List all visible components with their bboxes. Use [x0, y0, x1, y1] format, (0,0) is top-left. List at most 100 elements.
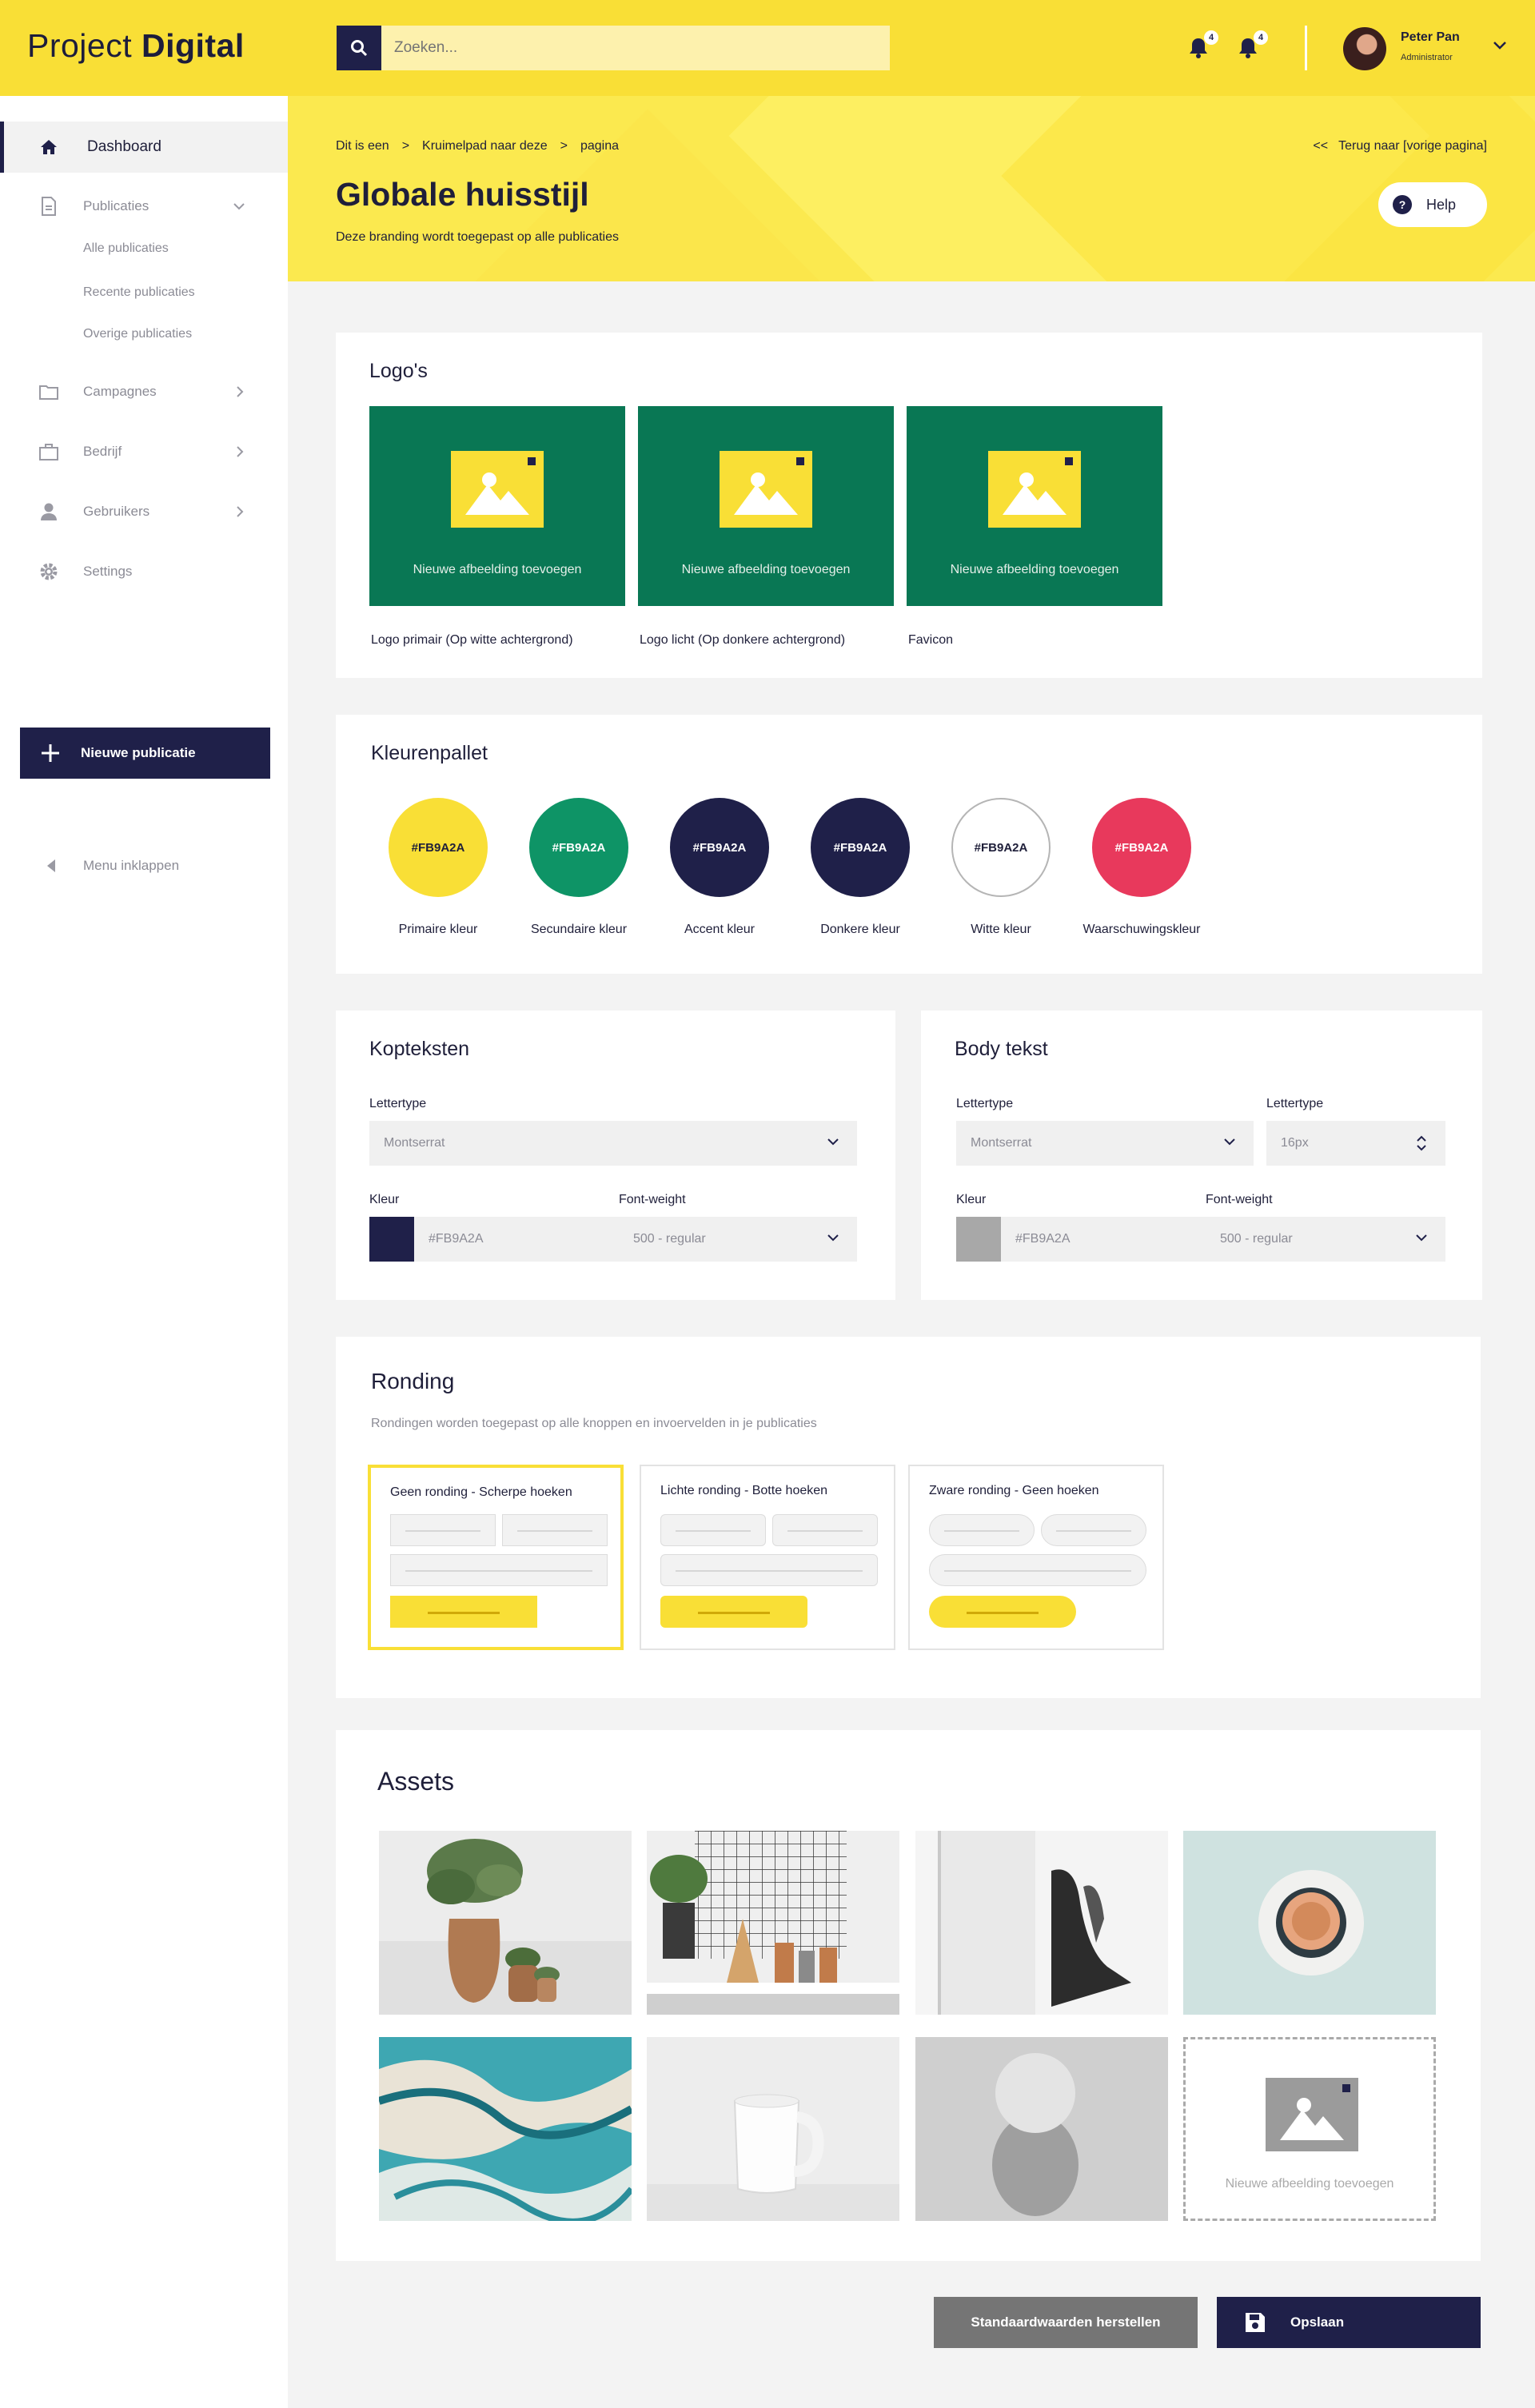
color-swatch[interactable]: #FB9A2A — [670, 798, 769, 897]
asset-thumbnail[interactable] — [647, 2037, 899, 2221]
asset-thumbnail[interactable] — [1183, 1831, 1436, 2015]
swatch-label: Witte kleur — [971, 923, 1031, 936]
weight-select[interactable]: 500 - regular — [619, 1217, 857, 1262]
avatar[interactable] — [1343, 27, 1386, 70]
top-bar: Project Digital 4 4 Peter Pan Administra… — [0, 0, 1535, 96]
color-swatch[interactable]: #FB9A2A — [389, 798, 488, 897]
sidebar-item-label: Gebruikers — [83, 504, 150, 519]
user-icon — [38, 501, 59, 522]
headings-title: Kopteksten — [369, 1038, 470, 1060]
image-placeholder-icon — [720, 451, 812, 528]
asset-thumbnail[interactable] — [379, 1831, 632, 2015]
font-value: Montserrat — [384, 1136, 445, 1150]
sidebar-item-label: Publicaties — [83, 198, 150, 213]
notification-bell-button[interactable]: 4 — [1188, 30, 1218, 61]
sidebar-item-dashboard[interactable]: Dashboard — [0, 122, 288, 173]
page-title: Globale huisstijl — [336, 176, 589, 213]
collapse-menu-label: Menu inklappen — [83, 858, 180, 873]
save-label: Opslaan — [1290, 2314, 1345, 2330]
chevron-right-icon — [237, 506, 244, 517]
add-image-label: Nieuwe afbeelding toevoegen — [1225, 2177, 1394, 2191]
rounding-option-heavy[interactable]: Zware ronding - Geen hoeken — [908, 1465, 1164, 1650]
search-icon — [351, 40, 368, 57]
asset-thumbnail[interactable] — [647, 1831, 899, 2015]
swatch-label: Secundaire kleur — [530, 923, 628, 936]
sidebar-item-bedrijf[interactable]: Bedrijf — [0, 426, 288, 477]
breadcrumb-link[interactable]: Dit is een — [336, 139, 389, 153]
size-label: Lettertype — [1266, 1097, 1324, 1110]
logo-upload-favicon[interactable]: Nieuwe afbeelding toevoegen — [907, 406, 1162, 606]
rounding-option-none[interactable]: Geen ronding - Scherpe hoeken — [368, 1465, 624, 1650]
sidebar-item-label: Bedrijf — [83, 444, 122, 459]
stepper-icon[interactable] — [1415, 1134, 1428, 1153]
sidebar-item-settings[interactable]: Settings — [0, 546, 288, 597]
briefcase-icon — [38, 441, 59, 462]
coffee-image — [1258, 1870, 1364, 1975]
sidebar-item-gebruikers[interactable]: Gebruikers — [0, 486, 288, 537]
question-icon: ? — [1393, 195, 1412, 214]
sidebar-subitem-recente[interactable]: Recente publicaties — [83, 285, 195, 300]
add-asset-button[interactable]: Nieuwe afbeelding toevoegen — [1183, 2037, 1436, 2221]
chevron-down-icon[interactable] — [1492, 40, 1508, 51]
breadcrumb-separator: > — [560, 139, 568, 153]
asset-thumbnail[interactable] — [379, 2037, 632, 2221]
save-icon — [1246, 2313, 1265, 2332]
sidebar-subitem-alle[interactable]: Alle publicaties — [83, 241, 169, 256]
mock-input — [772, 1514, 878, 1546]
new-publication-label: Nieuwe publicatie — [81, 745, 196, 760]
save-button[interactable]: Opslaan — [1217, 2297, 1481, 2348]
search-input[interactable] — [381, 26, 890, 70]
new-publication-button[interactable]: Nieuwe publicatie — [20, 728, 270, 779]
plant-image — [427, 1839, 560, 2003]
breadcrumb-link[interactable]: Kruimelpad naar deze — [422, 139, 548, 153]
weight-select[interactable]: 500 - regular — [1206, 1217, 1445, 1262]
color-swatch[interactable]: #FB9A2A — [529, 798, 628, 897]
swatch-label: Accent kleur — [684, 923, 756, 936]
sidebar-subitem-overige[interactable]: Overige publicaties — [83, 327, 192, 341]
sphere-image — [992, 2053, 1078, 2216]
logo-upload-light[interactable]: Nieuwe afbeelding toevoegen — [638, 406, 894, 606]
search-button[interactable] — [337, 26, 381, 70]
color-input[interactable]: #FB9A2A — [1001, 1217, 1210, 1262]
brand-logo[interactable]: Project Digital — [27, 27, 245, 65]
size-stepper[interactable]: 16px — [1266, 1121, 1445, 1166]
font-select[interactable]: Montserrat — [369, 1121, 857, 1166]
color-swatch[interactable]: #FB9A2A — [1092, 798, 1191, 897]
color-swatch[interactable]: #FB9A2A — [951, 798, 1051, 897]
message-bell-button[interactable]: 4 — [1238, 30, 1268, 61]
user-name: Peter Pan — [1401, 30, 1460, 44]
reset-defaults-button[interactable]: Standaardwaarden herstellen — [934, 2297, 1198, 2348]
color-swatch[interactable] — [956, 1217, 1001, 1262]
logo-caption: Logo primair (Op witte achtergrond) — [371, 633, 573, 647]
swatch-label: Waarschuwingskleur — [1082, 923, 1201, 936]
plus-icon — [42, 744, 59, 762]
swatch-label: Primaire kleur — [398, 923, 478, 936]
mock-input — [660, 1554, 878, 1586]
sidebar-item-publicaties[interactable]: Publicaties — [0, 181, 288, 232]
logo-upload-primary[interactable]: Nieuwe afbeelding toevoegen — [369, 406, 625, 606]
color-swatch[interactable] — [369, 1217, 414, 1262]
help-label: Help — [1426, 196, 1457, 213]
assets-title: Assets — [377, 1767, 455, 1796]
rounding-card: Ronding Rondingen worden toegepast op al… — [336, 1337, 1481, 1698]
asset-thumbnail[interactable] — [915, 2037, 1168, 2221]
collapse-menu-button[interactable]: Menu inklappen — [46, 858, 179, 873]
help-button[interactable]: ? Help — [1378, 182, 1487, 227]
mock-input — [1041, 1514, 1146, 1546]
page-header: Dit is een > Kruimelpad naar deze > pagi… — [288, 96, 1535, 281]
color-swatch[interactable]: #FB9A2A — [811, 798, 910, 897]
color-input[interactable]: #FB9A2A — [414, 1217, 622, 1262]
font-select[interactable]: Montserrat — [956, 1121, 1254, 1166]
sidebar-item-campagnes[interactable]: Campagnes — [0, 366, 288, 417]
breadcrumb-current: pagina — [580, 139, 619, 153]
body-text-card: Body tekst Lettertype Montserrat Lettert… — [921, 1011, 1482, 1300]
rounding-subtitle: Rondingen worden toegepast op alle knopp… — [371, 1417, 817, 1430]
image-placeholder-icon — [451, 451, 544, 528]
chevron-down-icon — [827, 1138, 839, 1146]
asset-thumbnail[interactable] — [915, 1831, 1168, 2015]
weight-value: 500 - regular — [633, 1232, 706, 1246]
document-icon — [38, 196, 59, 217]
back-link[interactable]: << Terug naar [vorige pagina] — [1313, 139, 1487, 153]
mock-input — [502, 1514, 608, 1546]
rounding-option-light[interactable]: Lichte ronding - Botte hoeken — [640, 1465, 895, 1650]
